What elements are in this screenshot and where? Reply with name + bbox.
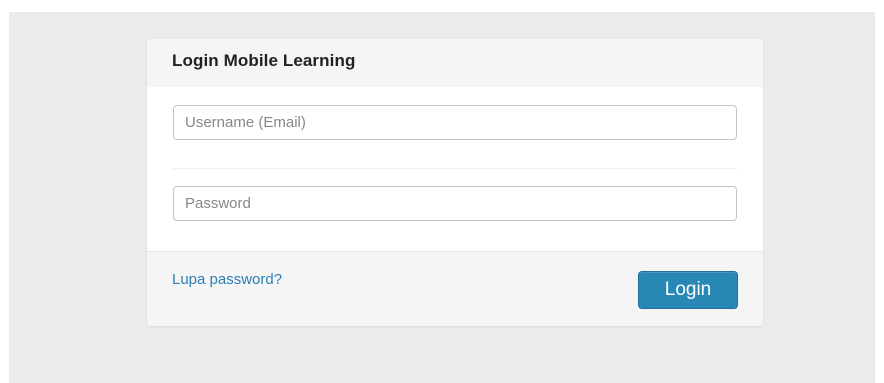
login-card: Login Mobile Learning Lupa password? Log… [147,39,763,326]
password-input[interactable] [173,186,737,221]
card-title: Login Mobile Learning [172,51,356,70]
card-body [147,87,763,251]
card-footer: Lupa password? Login [147,251,763,326]
field-divider [173,168,737,169]
forgot-password-link[interactable]: Lupa password? [172,271,282,288]
login-button[interactable]: Login [638,271,738,309]
card-header: Login Mobile Learning [147,39,763,87]
username-input[interactable] [173,105,737,140]
